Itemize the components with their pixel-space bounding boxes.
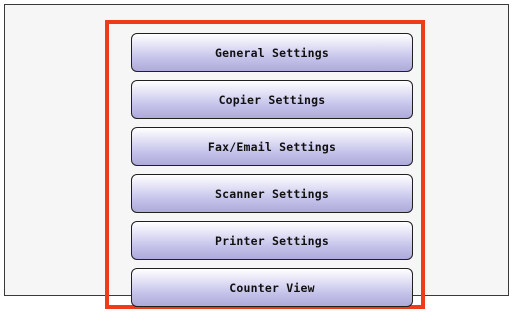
counter-view-label: Counter View [229, 280, 315, 295]
fax-email-settings-label: Fax/Email Settings [207, 139, 337, 154]
menu-highlight-frame: General Settings Copier Settings Fax/Ema… [105, 20, 425, 309]
general-settings-button[interactable]: General Settings [131, 33, 413, 72]
settings-panel: General Settings Copier Settings Fax/Ema… [4, 4, 509, 309]
settings-menu-list: General Settings Copier Settings Fax/Ema… [131, 33, 413, 307]
fax-email-settings-button[interactable]: Fax/Email Settings [131, 127, 413, 166]
printer-settings-button[interactable]: Printer Settings [131, 221, 413, 260]
printer-settings-label: Printer Settings [215, 233, 329, 248]
general-settings-label: General Settings [215, 45, 329, 60]
counter-view-button[interactable]: Counter View [131, 268, 413, 307]
scanner-settings-label: Scanner Settings [215, 186, 329, 201]
scanner-settings-button[interactable]: Scanner Settings [131, 174, 413, 213]
copier-settings-label: Copier Settings [218, 92, 326, 107]
copier-settings-button[interactable]: Copier Settings [131, 80, 413, 119]
